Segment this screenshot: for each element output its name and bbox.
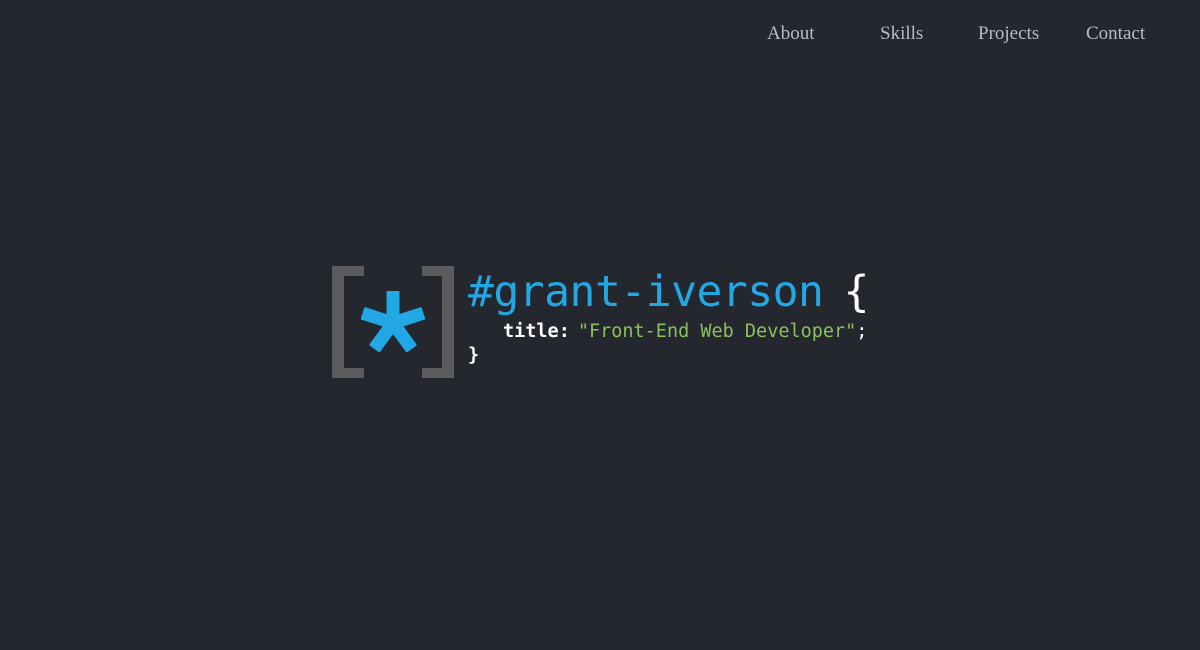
- job-title-value: "Front-End Web Developer": [577, 321, 857, 342]
- css-semicolon: ;: [856, 321, 868, 342]
- logo: [332, 266, 454, 378]
- nav-link-about[interactable]: About: [767, 23, 815, 45]
- right-bracket-shape: [422, 266, 454, 378]
- hero-code-block: #grant-iverson { title: "Front-End Web Dev…: [468, 264, 869, 366]
- code-line-declaration: title: "Front-End Web Developer";: [503, 320, 867, 344]
- asterisk-shape: [360, 291, 426, 353]
- bracket-asterisk-icon: [332, 266, 454, 378]
- nav-link-contact[interactable]: Contact: [1086, 23, 1145, 45]
- css-selector-name: #grant-iverson: [468, 267, 824, 317]
- page: About Skills Projects Contact #grant-ive…: [0, 0, 1200, 650]
- css-property: title: [503, 321, 559, 342]
- open-brace: {: [843, 267, 870, 317]
- css-colon: :: [558, 321, 570, 342]
- left-bracket-shape: [332, 266, 364, 378]
- nav-link-skills[interactable]: Skills: [880, 23, 923, 45]
- nav-link-projects[interactable]: Projects: [978, 23, 1039, 45]
- close-brace: }: [468, 345, 480, 366]
- top-nav: About Skills Projects Contact: [0, 0, 1200, 70]
- code-line-selector: #grant-iverson {: [468, 264, 869, 320]
